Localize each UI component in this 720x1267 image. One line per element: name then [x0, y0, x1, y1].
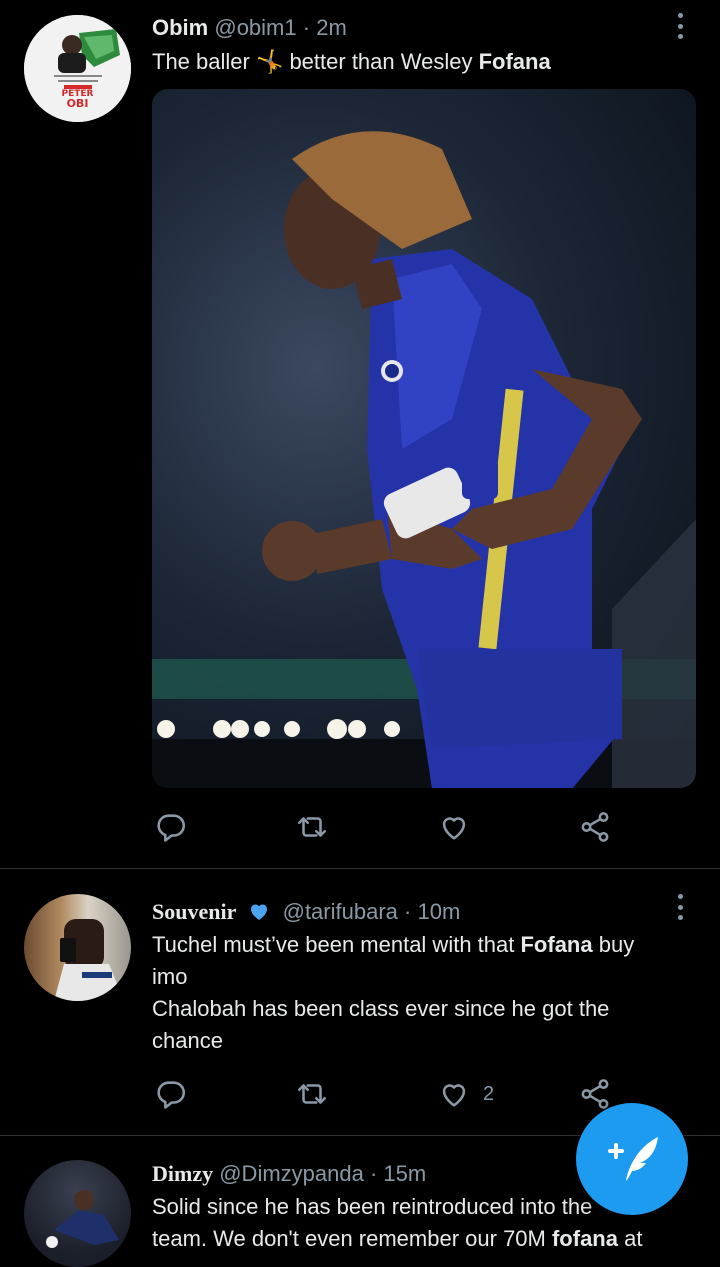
verified-badge-icon: [251, 904, 268, 920]
more-options-icon[interactable]: [678, 13, 686, 39]
reply-icon: [157, 814, 186, 842]
retweet-button[interactable]: [295, 1077, 329, 1111]
share-button[interactable]: [578, 810, 612, 844]
tweet-souvenir[interactable]: Souvenir @tarifubara · 10m Tuchel must’v…: [0, 869, 720, 1135]
tweet-text-line: imo: [152, 964, 188, 989]
more-options-icon[interactable]: [678, 894, 686, 920]
share-icon: [581, 812, 609, 842]
tweet-header: Obim @obim1 · 2m: [152, 14, 347, 42]
highlighted-term: Fofana: [478, 49, 551, 74]
separator: ·: [302, 15, 311, 40]
tweet-header: Dimzy @Dimzypanda · 15m: [152, 1160, 426, 1188]
retweet-icon: [297, 1084, 327, 1104]
handle[interactable]: @obim1: [214, 15, 296, 40]
tweet-text-line: chance: [152, 1028, 223, 1053]
compose-tweet-icon: [608, 1137, 658, 1181]
tweet-actions: 2: [152, 1077, 622, 1113]
tweet-media-image[interactable]: [152, 89, 696, 788]
display-name[interactable]: Obim: [152, 15, 208, 40]
share-icon: [581, 1079, 609, 1109]
timestamp[interactable]: 2m: [316, 15, 347, 40]
separator: ·: [369, 1161, 378, 1186]
tweet-header: Souvenir @tarifubara · 10m: [152, 898, 460, 926]
tweet-text-part: team. We don't even remember our 70M: [152, 1226, 552, 1251]
like-count: 2: [483, 1082, 495, 1105]
tweet-obim[interactable]: PETER OBI Obim @obim1 · 2m The baller 🤸 …: [0, 0, 720, 868]
reply-button[interactable]: [154, 810, 188, 844]
avatar[interactable]: [24, 1160, 131, 1267]
tweet-text-line: Chalobah has been class ever since he go…: [152, 996, 610, 1021]
tweet-text-part: buy: [592, 932, 635, 957]
tweet-text-part: The baller 🤸 better than Wesley: [152, 49, 479, 74]
tweet-text-part: Tuchel must’ve been mental with that: [152, 932, 521, 957]
like-button[interactable]: [437, 810, 471, 844]
display-name[interactable]: Souvenir: [152, 899, 236, 924]
display-name[interactable]: Dimzy: [152, 1161, 213, 1186]
like-icon: [442, 817, 466, 840]
like-button[interactable]: 2: [437, 1077, 494, 1111]
highlighted-term: Fofana: [520, 932, 593, 957]
like-icon: [442, 1084, 466, 1107]
avatar-text-line2: OBI: [66, 97, 89, 110]
tweet-actions: [152, 810, 622, 846]
timestamp[interactable]: 15m: [383, 1161, 426, 1186]
tweet-text-line: Tuchel must’ve been mental with that Fof…: [152, 929, 700, 961]
retweet-icon: [297, 817, 327, 837]
tweet-text: Tuchel must’ve been mental with that Fof…: [152, 929, 700, 1057]
share-button[interactable]: [578, 1077, 612, 1111]
retweet-button[interactable]: [295, 810, 329, 844]
timestamp[interactable]: 10m: [417, 899, 460, 924]
tweet-text-part: at: [617, 1226, 643, 1251]
avatar[interactable]: [24, 894, 131, 1001]
compose-tweet-button[interactable]: [576, 1103, 688, 1215]
reply-icon: [157, 1081, 186, 1109]
handle[interactable]: @Dimzypanda: [219, 1161, 364, 1186]
separator: ·: [404, 899, 412, 924]
highlighted-term: fofana: [551, 1226, 618, 1251]
avatar[interactable]: PETER OBI: [24, 15, 131, 122]
reply-button[interactable]: [154, 1077, 188, 1111]
tweet-text-line: team. We don't even remember our 70M fof…: [152, 1223, 700, 1255]
handle[interactable]: @tarifubara: [283, 899, 398, 924]
tweet-text: The baller 🤸 better than Wesley Fofana: [152, 46, 700, 78]
